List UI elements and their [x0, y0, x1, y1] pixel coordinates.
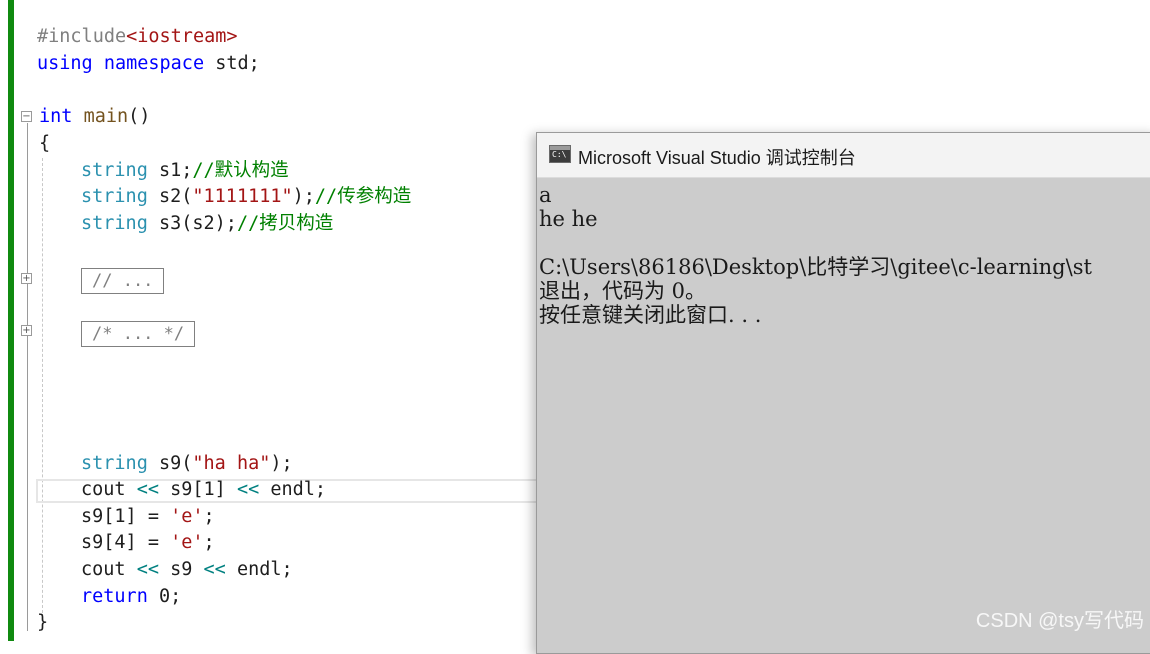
- code-line-s2[interactable]: string s2("1111111");//传参构造: [81, 184, 411, 211]
- code-line-assign1[interactable]: s9[1] = 'e';: [81, 504, 215, 531]
- code-line-assign2[interactable]: s9[4] = 'e';: [81, 530, 215, 557]
- console-output-line: a: [539, 183, 552, 207]
- code-line-s3[interactable]: string s3(s2);//拷贝构造: [81, 211, 333, 238]
- operator: <<: [136, 479, 159, 500]
- code-line-close-brace[interactable]: }: [37, 610, 48, 637]
- code-line-main[interactable]: int main(): [39, 104, 150, 131]
- comment: //拷贝构造: [236, 213, 334, 234]
- console-output-line: 退出，代码为 0。: [539, 279, 707, 303]
- watermark: CSDN @tsy写代码: [975, 610, 1144, 632]
- console-output-line: 按任意键关闭此窗口. . .: [539, 303, 762, 327]
- code-text: s9[1]: [158, 479, 237, 500]
- code-line-cout2[interactable]: cout << s9 << endl;: [81, 557, 293, 584]
- keyword: namespace: [103, 53, 205, 74]
- code-text: s9[4] =: [81, 532, 171, 553]
- type-name: string: [81, 453, 148, 474]
- code-line-open-brace[interactable]: {: [39, 131, 50, 158]
- keyword: using: [37, 53, 93, 74]
- code-line-include[interactable]: #include<iostream>: [37, 24, 238, 51]
- code-text: s9: [158, 559, 204, 580]
- code-text: ;: [203, 532, 215, 553]
- keyword: int: [39, 106, 73, 127]
- code-line-return[interactable]: return 0;: [81, 584, 181, 611]
- comment: //默认构造: [192, 160, 289, 181]
- code-text: s2(: [147, 186, 193, 207]
- type-name: string: [81, 186, 148, 207]
- code-text: s9(: [147, 453, 193, 474]
- type-name: string: [81, 213, 148, 234]
- code-line-s9[interactable]: string s9("ha ha");: [81, 451, 293, 478]
- string-literal: "1111111": [192, 186, 293, 207]
- string-literal: "ha ha": [192, 453, 271, 474]
- console-output-line: he he: [539, 207, 598, 231]
- type-name: string: [81, 160, 148, 181]
- char-literal: 'e': [170, 506, 204, 527]
- collapsed-region[interactable]: /* ... */: [81, 321, 196, 347]
- code-text: );: [292, 186, 315, 207]
- code-text: }: [37, 612, 49, 633]
- code-line-cout1[interactable]: cout << s9[1] << endl;: [81, 477, 326, 504]
- code-text: s1;: [147, 160, 193, 181]
- code-text: cout: [81, 479, 137, 500]
- preprocessor-directive: #include: [37, 26, 127, 47]
- code-line-using[interactable]: using namespace std;: [37, 51, 260, 78]
- debug-console-window[interactable]: C:\ Microsoft Visual Studio 调试控制台 a he h…: [536, 132, 1150, 654]
- code-text: );: [270, 453, 293, 474]
- operator: <<: [236, 479, 260, 500]
- console-output-line: C:\Users\86186\Desktop\比特学习\gitee\c-lear…: [539, 255, 1092, 279]
- code-text: {: [39, 133, 51, 154]
- collapsed-region[interactable]: // ...: [81, 268, 165, 294]
- operator: <<: [203, 559, 226, 580]
- char-literal: 'e': [170, 532, 204, 553]
- collapse-main-icon[interactable]: −: [21, 111, 32, 122]
- code-text: (): [128, 106, 151, 127]
- include-header: iostream: [137, 26, 227, 47]
- code-text: endl;: [225, 559, 293, 580]
- code-line-s1[interactable]: string s1;//默认构造: [81, 158, 289, 185]
- include-bracket: <: [126, 26, 138, 47]
- expand-region-icon[interactable]: +: [21, 325, 32, 336]
- indent-guide: [42, 158, 43, 618]
- fold-region-line: [27, 123, 28, 631]
- comment: //传参构造: [314, 186, 412, 207]
- function-name: main: [83, 106, 129, 127]
- code-text: std;: [204, 53, 260, 74]
- include-bracket: >: [226, 26, 238, 47]
- code-text: ;: [203, 506, 215, 527]
- operator: <<: [136, 559, 159, 580]
- code-text: endl;: [259, 479, 327, 500]
- expand-region-icon[interactable]: +: [21, 273, 32, 284]
- console-title-bar[interactable]: C:\ Microsoft Visual Studio 调试控制台: [537, 133, 1150, 178]
- keyword: return: [81, 586, 148, 607]
- code-text: 0;: [147, 586, 182, 607]
- code-text: s3(s2);: [147, 213, 237, 234]
- console-title: Microsoft Visual Studio 调试控制台: [578, 148, 856, 168]
- code-text: s9[1] =: [81, 506, 171, 527]
- code-text: cout: [81, 559, 137, 580]
- change-tracking-bar: [8, 0, 14, 641]
- console-app-icon: C:\: [549, 145, 571, 163]
